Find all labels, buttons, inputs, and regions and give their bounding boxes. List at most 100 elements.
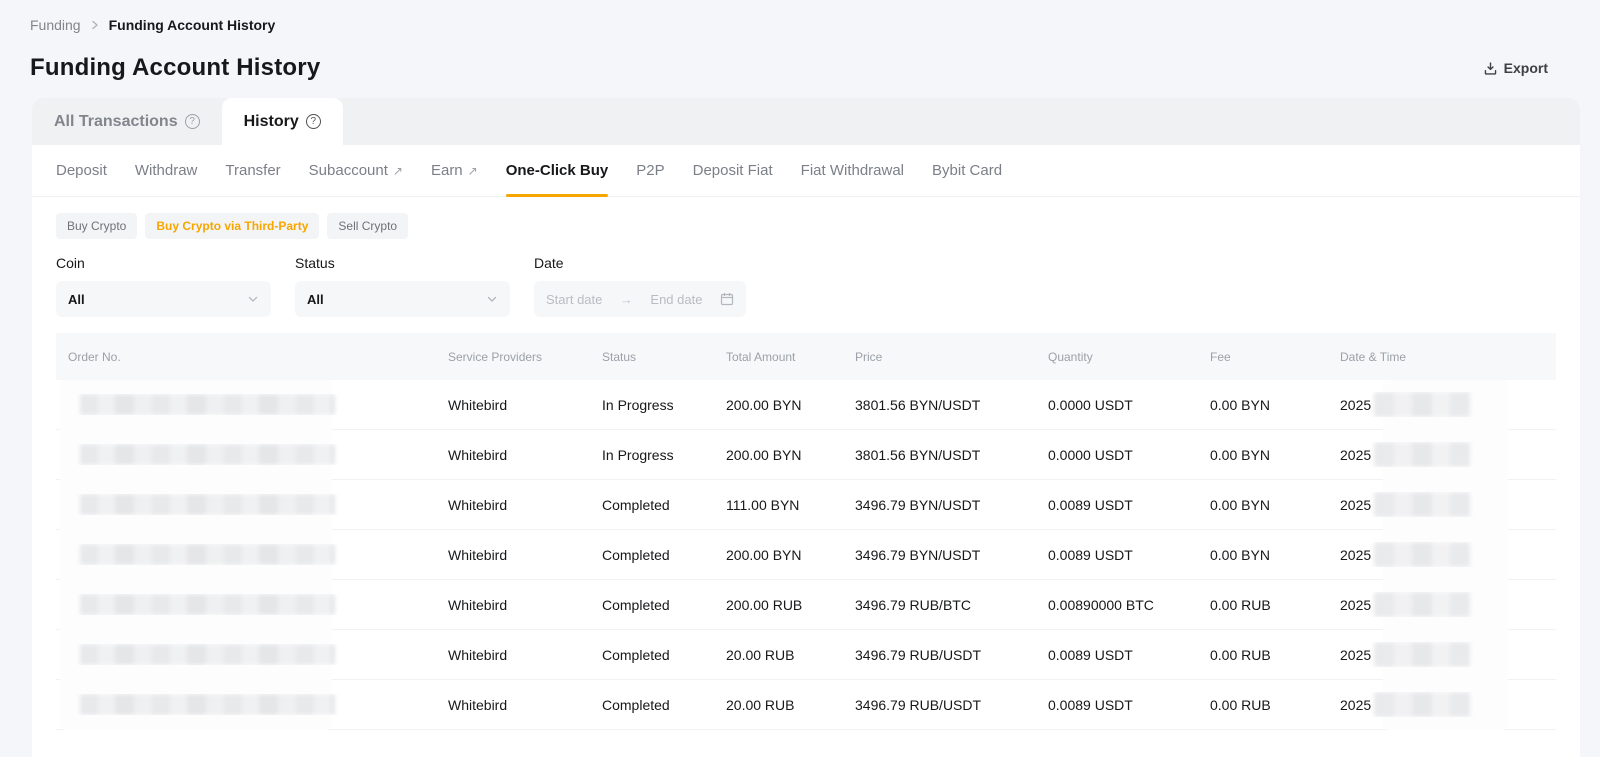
sub-tab[interactable]: Transfer — [225, 145, 280, 196]
order-no-redacted — [80, 694, 335, 715]
date-year: 2025 — [1340, 597, 1371, 613]
date-year: 2025 — [1340, 497, 1371, 513]
date-range-picker[interactable]: Start date → End date — [534, 281, 746, 317]
sub-tab[interactable]: P2P — [636, 145, 664, 196]
date-time-cell: 2025 — [1328, 692, 1556, 717]
table-header-row: Order No. Service Providers Status Total… — [56, 333, 1556, 380]
fee-cell: 0.00 BYN — [1198, 497, 1328, 513]
service-provider-cell: Whitebird — [436, 697, 590, 713]
date-year: 2025 — [1340, 547, 1371, 563]
col-service-providers: Service Providers — [436, 350, 590, 364]
order-no-cell — [56, 394, 436, 415]
order-no-cell — [56, 444, 436, 465]
breadcrumb-funding-link[interactable]: Funding — [30, 17, 81, 33]
sub-tab[interactable]: Earn ↗ — [431, 145, 478, 196]
date-time-cell: 2025 — [1328, 642, 1556, 667]
date-time-redacted — [1374, 692, 1470, 717]
date-filter-label: Date — [534, 255, 746, 271]
order-no-cell — [56, 644, 436, 665]
sub-tab-bar: Deposit Withdraw Transfer Subaccount ↗ — [32, 145, 1580, 197]
sub-tab-label: Bybit Card — [932, 162, 1002, 179]
status-filter: Status All — [295, 255, 510, 317]
status-cell: In Progress — [590, 397, 714, 413]
sub-tab[interactable]: Bybit Card — [932, 145, 1002, 196]
coin-select-value: All — [68, 292, 85, 307]
service-provider-cell: Whitebird — [436, 647, 590, 663]
buy-type-pill[interactable]: Buy Crypto — [56, 213, 137, 239]
sub-tab[interactable]: Fiat Withdrawal — [801, 145, 904, 196]
date-time-redacted — [1374, 392, 1470, 417]
service-provider-cell: Whitebird — [436, 397, 590, 413]
status-cell: Completed — [590, 597, 714, 613]
col-order-no: Order No. — [56, 350, 436, 364]
sub-tab-label: Earn — [431, 162, 463, 179]
range-arrow-icon: → — [620, 292, 633, 307]
total-amount-cell: 200.00 BYN — [714, 397, 843, 413]
order-no-redacted — [80, 444, 335, 465]
date-year: 2025 — [1340, 697, 1371, 713]
order-no-cell — [56, 694, 436, 715]
total-amount-cell: 20.00 RUB — [714, 697, 843, 713]
service-provider-cell: Whitebird — [436, 497, 590, 513]
status-cell: Completed — [590, 647, 714, 663]
date-time-redacted — [1374, 492, 1470, 517]
date-year: 2025 — [1340, 447, 1371, 463]
main-tab[interactable]: All Transactions ? — [32, 98, 222, 145]
date-year: 2025 — [1340, 647, 1371, 663]
service-provider-cell: Whitebird — [436, 597, 590, 613]
col-status: Status — [590, 350, 714, 364]
date-filter: Date Start date → End date — [534, 255, 746, 317]
fee-cell: 0.00 RUB — [1198, 597, 1328, 613]
buy-type-pill[interactable]: Sell Crypto — [327, 213, 408, 239]
service-provider-cell: Whitebird — [436, 547, 590, 563]
date-time-cell: 2025 — [1328, 592, 1556, 617]
tab-content: Deposit Withdraw Transfer Subaccount ↗ — [32, 145, 1580, 757]
chevron-down-icon — [486, 293, 498, 305]
main-tab[interactable]: History ? — [222, 98, 343, 145]
date-time-redacted — [1374, 592, 1470, 617]
fee-cell: 0.00 RUB — [1198, 647, 1328, 663]
help-icon[interactable]: ? — [185, 114, 200, 129]
price-cell: 3496.79 BYN/USDT — [843, 497, 1036, 513]
status-filter-label: Status — [295, 255, 510, 271]
date-time-cell: 2025 — [1328, 542, 1556, 567]
main-tab-label: All Transactions — [54, 113, 178, 131]
status-select[interactable]: All — [295, 281, 510, 317]
fee-cell: 0.00 RUB — [1198, 697, 1328, 713]
sub-tab[interactable]: Withdraw — [135, 145, 198, 196]
page-title: Funding Account History — [30, 54, 320, 82]
chevron-down-icon — [247, 293, 259, 305]
external-link-icon: ↗ — [468, 164, 478, 178]
quantity-cell: 0.0089 USDT — [1036, 647, 1198, 663]
coin-select[interactable]: All — [56, 281, 271, 317]
total-amount-cell: 20.00 RUB — [714, 647, 843, 663]
sub-tab[interactable]: One-Click Buy — [506, 145, 609, 196]
price-cell: 3801.56 BYN/USDT — [843, 397, 1036, 413]
total-amount-cell: 111.00 BYN — [714, 497, 843, 513]
date-year: 2025 — [1340, 397, 1371, 413]
breadcrumb: Funding Funding Account History — [30, 14, 1570, 36]
sub-tab[interactable]: Subaccount ↗ — [309, 145, 403, 196]
price-cell: 3496.79 RUB/BTC — [843, 597, 1036, 613]
date-time-redacted — [1374, 442, 1470, 467]
sub-tab-label: Deposit Fiat — [693, 162, 773, 179]
quantity-cell: 0.00890000 BTC — [1036, 597, 1198, 613]
col-quantity: Quantity — [1036, 350, 1198, 364]
export-button[interactable]: Export — [1483, 60, 1548, 76]
order-no-cell — [56, 494, 436, 515]
sub-tab[interactable]: Deposit Fiat — [693, 145, 773, 196]
order-no-cell — [56, 544, 436, 565]
order-no-redacted — [80, 644, 335, 665]
end-date-placeholder[interactable]: End date — [650, 292, 702, 307]
sub-tab-label: Fiat Withdrawal — [801, 162, 904, 179]
main-tab-label: History — [244, 113, 299, 131]
breadcrumb-current: Funding Account History — [109, 17, 276, 33]
buy-type-pill[interactable]: Buy Crypto via Third-Party — [145, 213, 319, 239]
start-date-placeholder[interactable]: Start date — [546, 292, 602, 307]
date-time-redacted — [1374, 542, 1470, 567]
price-cell: 3801.56 BYN/USDT — [843, 447, 1036, 463]
help-icon[interactable]: ? — [306, 114, 321, 129]
calendar-icon[interactable] — [720, 292, 734, 306]
filters-row: Coin All Status All Date — [32, 239, 1580, 317]
sub-tab[interactable]: Deposit — [56, 145, 107, 196]
